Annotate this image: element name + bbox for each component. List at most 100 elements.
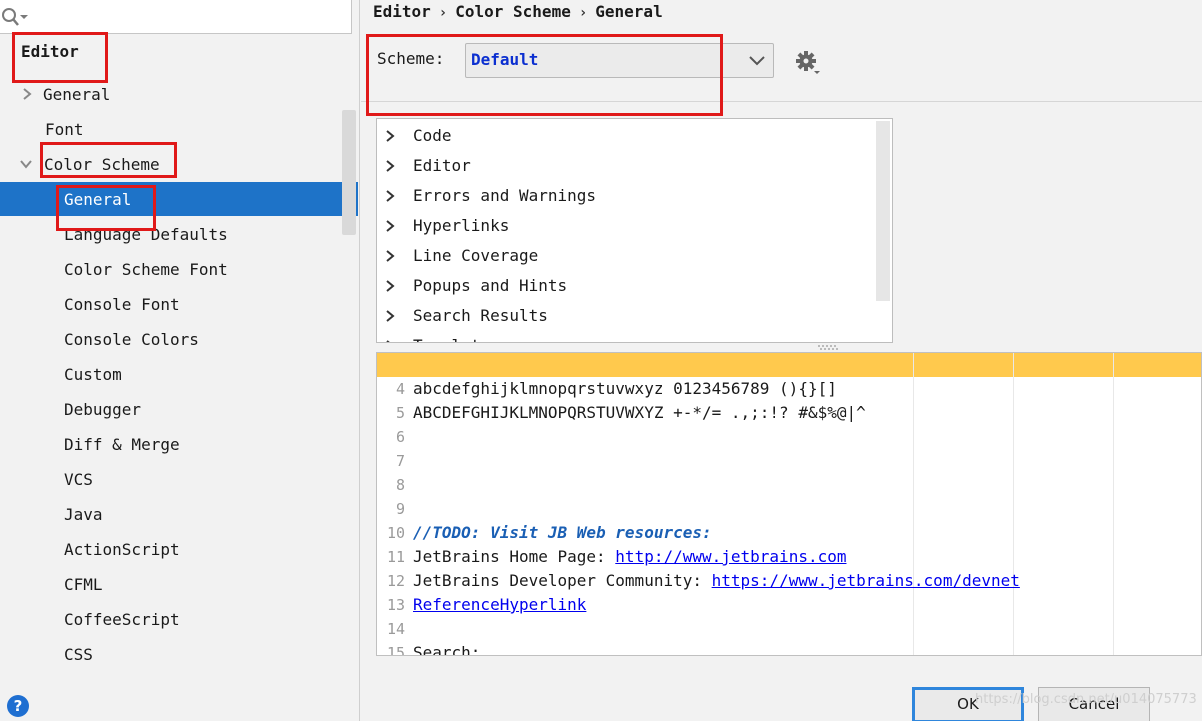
category-item-code[interactable]: Code xyxy=(377,121,873,151)
category-label: Hyperlinks xyxy=(413,216,510,235)
svg-text:?: ? xyxy=(14,697,23,715)
breadcrumb-separator: › xyxy=(578,5,588,21)
sidebar-item-label: General xyxy=(64,190,132,209)
sidebar-item-label: Custom xyxy=(64,365,122,384)
sidebar-item-console-colors[interactable]: Console Colors xyxy=(0,322,340,357)
gear-icon[interactable] xyxy=(794,49,822,77)
category-label: Search Results xyxy=(413,306,548,325)
line-content: JetBrains Home Page: http://www.jetbrain… xyxy=(413,545,846,569)
hyperlink[interactable]: https://www.jetbrains.com/devnet xyxy=(712,571,1020,590)
sidebar-item-label: CSS xyxy=(64,645,93,664)
sidebar-item-general[interactable]: General xyxy=(0,77,340,112)
settings-content: Editor › Color Scheme › General Scheme: Defa… xyxy=(361,0,1202,721)
chevron-right-icon[interactable] xyxy=(384,130,396,142)
preview-line: 11 //TODO: Visit JB Web resources: xyxy=(377,521,1201,566)
ok-button[interactable]: OK xyxy=(912,687,1024,721)
sidebar-item-color-scheme-font[interactable]: Color Scheme Font xyxy=(0,252,340,287)
category-item-search-results[interactable]: Search Results xyxy=(377,301,873,331)
preview-line: 4 xyxy=(377,353,1201,398)
color-preview-editor[interactable]: 4 5 abcdefghijklmnopqrstuvwxyz 012345678… xyxy=(376,352,1202,656)
sidebar-item-label: Language Defaults xyxy=(64,225,228,244)
chevron-right-icon[interactable] xyxy=(384,160,396,172)
sidebar-item-label: Console Font xyxy=(64,295,180,314)
sidebar-item-label: CoffeeScript xyxy=(64,610,180,629)
scheme-dropdown[interactable]: Default xyxy=(465,43,774,78)
sidebar-item-label: CFML xyxy=(64,575,103,594)
sidebar-item-actionscript[interactable]: ActionScript xyxy=(0,532,340,567)
preview-line: 13 JetBrains Developer Community: https:… xyxy=(377,569,1201,614)
sidebar-item-console-font[interactable]: Console Font xyxy=(0,287,340,322)
cancel-button[interactable]: Cancel xyxy=(1038,687,1150,721)
color-category-tree[interactable]: Code Editor Errors and Warnings Hyperlin… xyxy=(376,118,893,343)
category-item-editor[interactable]: Editor xyxy=(377,151,873,181)
sidebar-item-color-scheme[interactable]: Color Scheme xyxy=(0,147,340,182)
preview-line: 8 xyxy=(377,449,1201,494)
line-text: Search: xyxy=(413,643,481,656)
preview-line: 16 Search: xyxy=(377,641,1201,656)
settings-search-input[interactable] xyxy=(0,0,352,34)
chevron-down-icon xyxy=(749,56,765,66)
preview-line: 6 ABCDEFGHIJKLMNOPQRSTUVWXYZ +-*/= .,;:!… xyxy=(377,401,1201,446)
chevron-right-icon[interactable] xyxy=(21,88,33,100)
line-content: JetBrains Developer Community: https://w… xyxy=(413,569,1020,593)
sidebar-item-label: Diff & Merge xyxy=(64,435,180,454)
sidebar-item-font[interactable]: Font xyxy=(0,112,340,147)
chevron-right-icon[interactable] xyxy=(384,340,396,343)
category-label: Popups and Hints xyxy=(413,276,568,295)
category-label: Template xyxy=(413,331,490,342)
help-icon[interactable]: ? xyxy=(6,694,30,718)
breadcrumb-item: General xyxy=(595,2,663,21)
sidebar-item-language-defaults[interactable]: Language Defaults xyxy=(0,217,340,252)
sidebar-item-label: VCS xyxy=(64,470,93,489)
chevron-right-icon[interactable] xyxy=(384,220,396,232)
sidebar-item-label: Console Colors xyxy=(64,330,199,349)
chevron-right-icon[interactable] xyxy=(384,310,396,322)
sidebar-item-cfml[interactable]: CFML xyxy=(0,567,340,602)
category-item-hyperlinks[interactable]: Hyperlinks xyxy=(377,211,873,241)
chevron-right-icon[interactable] xyxy=(384,250,396,262)
sidebar-item-coffeescript[interactable]: CoffeeScript xyxy=(0,602,340,637)
splitter-handle[interactable] xyxy=(816,344,840,350)
reference-hyperlink[interactable]: ReferenceHyperlink xyxy=(413,593,586,617)
preview-line: 14 ReferenceHyperlink xyxy=(377,593,1201,638)
preview-line: 12 JetBrains Home Page: http://www.jetbr… xyxy=(377,545,1201,590)
scheme-toolbar: Scheme: Default xyxy=(361,30,1202,102)
sidebar-item-custom[interactable]: Custom xyxy=(0,357,340,392)
todo-comment: //TODO: Visit JB Web resources: xyxy=(413,523,712,542)
sidebar-item-java[interactable]: Java xyxy=(0,497,340,532)
sidebar-item-label: Color Scheme xyxy=(44,155,160,174)
scheme-selected-value: Default xyxy=(471,50,539,69)
breadcrumb-separator: › xyxy=(438,5,448,21)
line-text: ABCDEFGHIJKLMNOPQRSTUVWXYZ +-*/= .,;:!? … xyxy=(413,403,866,422)
category-item-popups-hints[interactable]: Popups and Hints xyxy=(377,271,873,301)
chevron-right-icon[interactable] xyxy=(384,190,396,202)
sidebar-item-vcs[interactable]: VCS xyxy=(0,462,340,497)
line-text: JetBrains Home Page: xyxy=(413,547,616,566)
category-item-template[interactable]: Template xyxy=(377,331,873,343)
sidebar-item-label: Color Scheme Font xyxy=(64,260,228,279)
sidebar-root-label: Editor xyxy=(21,42,79,61)
preview-line: 7 xyxy=(377,425,1201,470)
category-scrollbar[interactable] xyxy=(876,121,890,301)
scheme-label: Scheme: xyxy=(377,49,445,68)
breadcrumb-item: Color Scheme xyxy=(455,2,571,21)
sidebar-item-css[interactable]: CSS xyxy=(0,637,340,672)
category-item-line-coverage[interactable]: Line Coverage xyxy=(377,241,873,271)
sidebar-item-label: General xyxy=(43,85,111,104)
sidebar-item-debugger[interactable]: Debugger xyxy=(0,392,340,427)
sidebar-scrollbar[interactable] xyxy=(342,110,356,235)
sidebar-root-editor[interactable]: Editor xyxy=(0,34,340,69)
search-icon[interactable] xyxy=(0,6,30,28)
category-label: Code xyxy=(413,126,452,145)
chevron-down-icon[interactable] xyxy=(20,158,32,170)
breadcrumb: Editor › Color Scheme › General xyxy=(373,2,663,24)
sidebar-item-general-selected[interactable]: General xyxy=(0,182,340,217)
sidebar-item-diff-merge[interactable]: Diff & Merge xyxy=(0,427,340,462)
category-label: Errors and Warnings xyxy=(413,186,597,205)
preview-line: 9 xyxy=(377,473,1201,518)
chevron-right-icon[interactable] xyxy=(384,280,396,292)
preview-line: 10 xyxy=(377,497,1201,542)
hyperlink[interactable]: http://www.jetbrains.com xyxy=(615,547,846,566)
preview-line: 5 abcdefghijklmnopqrstuvwxyz 0123456789 … xyxy=(377,377,1201,422)
category-item-errors-warnings[interactable]: Errors and Warnings xyxy=(377,181,873,211)
